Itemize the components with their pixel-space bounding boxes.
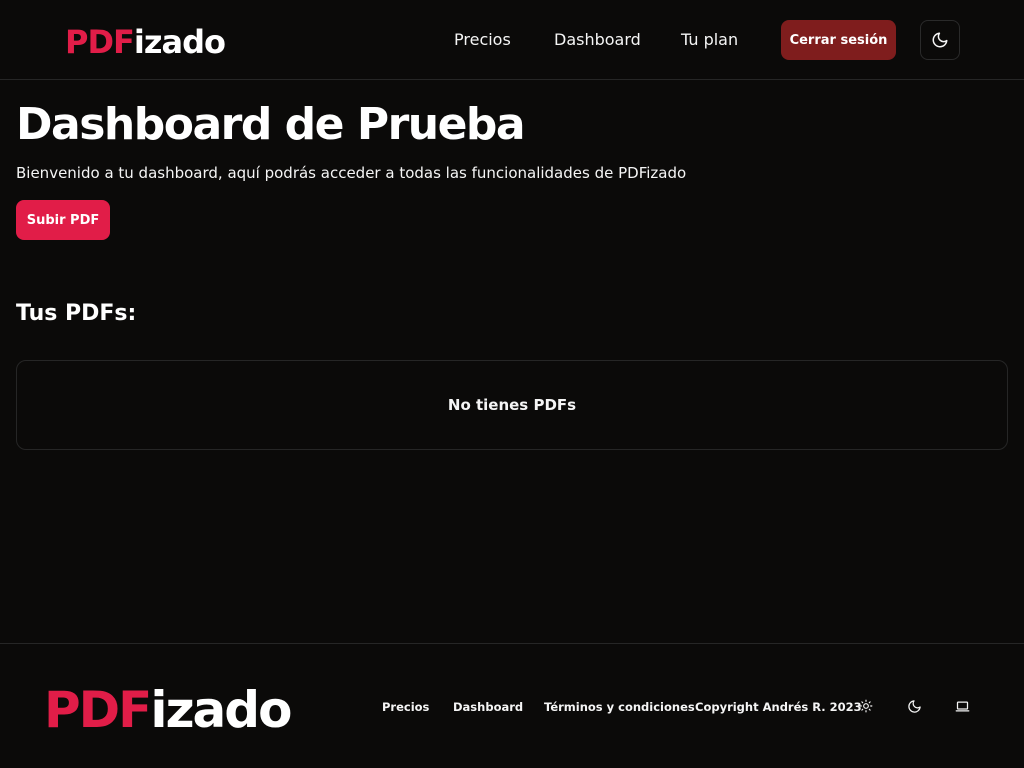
nav-tu-plan[interactable]: Tu plan — [681, 30, 738, 50]
footer-logo-rest: izado — [150, 681, 292, 739]
system-theme-button[interactable] — [953, 697, 971, 715]
theme-toggle-button[interactable] — [920, 20, 960, 60]
footer-link-dashboard[interactable]: Dashboard — [453, 700, 523, 714]
footer-copyright: Copyright Andrés R. 2023 — [695, 700, 862, 714]
nav-dashboard[interactable]: Dashboard — [554, 30, 641, 50]
laptop-icon — [955, 701, 969, 711]
site-header: PDFizado Precios Dashboard Tu plan Cerra… — [0, 0, 1024, 80]
empty-state-message: No tienes PDFs — [447, 396, 577, 414]
upload-pdf-button[interactable]: Subir PDF — [16, 200, 110, 240]
dark-theme-button[interactable] — [905, 697, 923, 715]
footer-logo[interactable]: PDFizado — [44, 681, 292, 739]
page: PDFizado Precios Dashboard Tu plan Cerra… — [0, 0, 1024, 768]
logo-accent: PDF — [65, 23, 135, 61]
footer-link-terminos[interactable]: Términos y condiciones — [544, 700, 695, 714]
light-theme-button[interactable] — [857, 697, 875, 715]
logo-rest: izado — [133, 23, 226, 61]
moon-icon — [907, 699, 921, 713]
site-footer: PDFizado Precios Dashboard Términos y co… — [0, 643, 1024, 768]
page-title: Dashboard de Prueba — [16, 99, 526, 150]
sun-icon — [859, 699, 873, 713]
nav-precios[interactable]: Precios — [454, 30, 511, 50]
footer-logo-accent: PDF — [44, 681, 152, 739]
header-logo[interactable]: PDFizado — [65, 23, 226, 61]
moon-icon — [932, 32, 948, 48]
logout-button[interactable]: Cerrar sesión — [781, 20, 896, 60]
footer-link-precios[interactable]: Precios — [382, 700, 429, 714]
pdf-list: No tienes PDFs — [16, 360, 1008, 450]
welcome-text: Bienvenido a tu dashboard, aquí podrás a… — [16, 164, 687, 182]
section-title-pdfs: Tus PDFs: — [16, 301, 137, 326]
